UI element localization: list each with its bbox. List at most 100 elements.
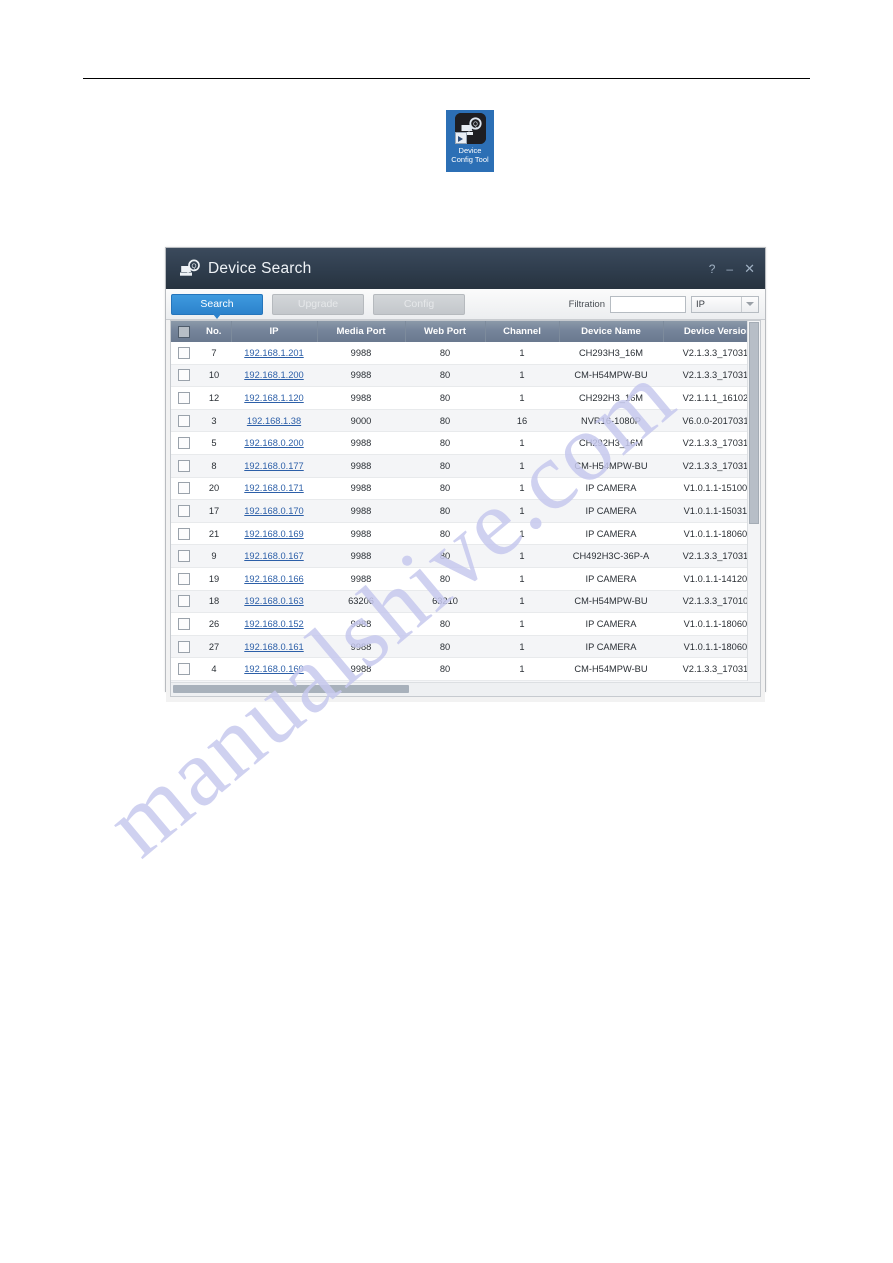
help-button[interactable]: ? (709, 263, 716, 275)
ip-link[interactable]: 192.168.1.38 (247, 416, 301, 426)
row-checkbox[interactable] (178, 572, 190, 585)
row-checkbox-cell[interactable] (171, 657, 197, 681)
table-row[interactable]: 8 192.168.0.177 9988 80 1 CM-H54MPW-BU V2.1.3.… (171, 454, 760, 478)
row-checkbox-cell[interactable] (171, 522, 197, 546)
vertical-scrollbar[interactable] (747, 321, 760, 681)
cell-ip[interactable]: 192.168.0.177 (231, 454, 317, 478)
row-checkbox[interactable] (178, 595, 190, 608)
ip-link[interactable]: 192.168.0.163 (244, 596, 303, 606)
table-row[interactable]: 9 192.168.0.167 9988 80 1 CH492H3C-36P-A V2.1.… (171, 544, 760, 568)
row-checkbox-cell[interactable] (171, 544, 197, 568)
row-checkbox[interactable] (178, 482, 190, 495)
ip-link[interactable]: 192.168.0.152 (244, 619, 303, 629)
row-checkbox-cell[interactable] (171, 477, 197, 501)
horizontal-scrollbar-thumb[interactable] (173, 685, 409, 693)
cell-ip[interactable]: 192.168.0.160 (231, 657, 317, 681)
tab-config[interactable]: Config (373, 293, 465, 315)
ip-link[interactable]: 192.168.1.201 (244, 348, 303, 358)
row-checkbox-cell[interactable] (171, 590, 197, 614)
table-row[interactable]: 4 192.168.0.160 9988 80 1 CM-H54MPW-BU V2.1.3.… (171, 657, 760, 681)
table-row[interactable]: 5 192.168.0.200 9988 80 1 CH292H3_16M V2.1.3.3… (171, 431, 760, 455)
row-checkbox[interactable] (178, 391, 190, 404)
row-checkbox[interactable] (178, 504, 190, 517)
cell-ip[interactable]: 192.168.1.38 (231, 409, 317, 433)
tab-search[interactable]: Search (171, 293, 263, 319)
row-checkbox[interactable] (178, 414, 190, 427)
row-checkbox[interactable] (178, 527, 190, 540)
horizontal-scrollbar[interactable] (171, 682, 760, 696)
cell-ip[interactable]: 192.168.0.167 (231, 544, 317, 568)
table-row[interactable]: 12 192.168.1.120 9988 80 1 CH292H3_16M V2.1.1.… (171, 386, 760, 410)
table-row[interactable]: 18 192.168.0.163 63206 63210 1 CM-H54MPW-BU V2… (171, 590, 760, 614)
cell-ip[interactable]: 192.168.0.161 (231, 635, 317, 659)
table-row[interactable]: 20 192.168.0.171 9988 80 1 IP CAMERA V1.0.1.1-… (171, 477, 760, 501)
filtration-type-value: IP (696, 298, 705, 310)
row-checkbox[interactable] (178, 369, 190, 382)
row-checkbox[interactable] (178, 663, 190, 676)
cell-web-port: 80 (405, 409, 485, 433)
cell-ip[interactable]: 192.168.0.169 (231, 522, 317, 546)
ip-link[interactable]: 192.168.0.200 (244, 438, 303, 448)
row-checkbox-cell[interactable] (171, 454, 197, 478)
select-all-header[interactable] (171, 321, 197, 342)
cell-ip[interactable]: 192.168.0.163 (231, 590, 317, 614)
row-checkbox[interactable] (178, 346, 190, 359)
ip-link[interactable]: 192.168.0.161 (244, 642, 303, 652)
header-no[interactable]: No. (197, 321, 232, 342)
table-row[interactable]: 7 192.168.1.201 9988 80 1 CH293H3_16M V2.1.3.3… (171, 342, 760, 365)
row-checkbox[interactable] (178, 617, 190, 630)
tab-upgrade[interactable]: Upgrade (272, 293, 364, 315)
row-checkbox[interactable] (178, 550, 190, 563)
ip-link[interactable]: 192.168.0.170 (244, 506, 303, 516)
cell-ip[interactable]: 192.168.1.200 (231, 364, 317, 388)
header-channel[interactable]: Channel (485, 321, 560, 342)
select-all-checkbox[interactable] (178, 325, 190, 338)
header-ip[interactable]: IP (231, 321, 318, 342)
row-checkbox-cell[interactable] (171, 567, 197, 591)
row-checkbox-cell[interactable] (171, 635, 197, 659)
row-checkbox-cell[interactable] (171, 409, 197, 433)
row-checkbox-cell[interactable] (171, 342, 197, 365)
header-device-name[interactable]: Device Name (559, 321, 664, 342)
close-button[interactable]: ✕ (744, 262, 755, 275)
row-checkbox-cell[interactable] (171, 612, 197, 636)
cell-ip[interactable]: 192.168.0.152 (231, 612, 317, 636)
cell-ip[interactable]: 192.168.0.171 (231, 477, 317, 501)
cell-ip[interactable]: 192.168.1.201 (231, 342, 317, 365)
ip-link[interactable]: 192.168.1.200 (244, 370, 303, 380)
filtration-input[interactable] (610, 295, 686, 313)
vertical-scrollbar-thumb[interactable] (749, 322, 759, 524)
cell-ip[interactable]: 192.168.1.120 (231, 386, 317, 410)
filtration-type-select[interactable]: IP (691, 295, 759, 313)
ip-link[interactable]: 192.168.1.120 (244, 393, 303, 403)
ip-link[interactable]: 192.168.0.160 (244, 664, 303, 674)
minimize-button[interactable]: – (726, 263, 733, 275)
cell-channel: 1 (485, 431, 559, 455)
cell-channel: 1 (485, 477, 559, 501)
row-checkbox-cell[interactable] (171, 364, 197, 388)
row-checkbox[interactable] (178, 437, 190, 450)
desktop-icon-device-config-tool[interactable]: Q Device Config Tool (446, 110, 494, 172)
table-row[interactable]: 21 192.168.0.169 9988 80 1 IP CAMERA V1.0.1.1-… (171, 522, 760, 546)
table-row[interactable]: 17 192.168.0.170 9988 80 1 IP CAMERA V1.0.1.1-… (171, 499, 760, 523)
ip-link[interactable]: 192.168.0.171 (244, 483, 303, 493)
ip-link[interactable]: 192.168.0.169 (244, 529, 303, 539)
row-checkbox-cell[interactable] (171, 431, 197, 455)
table-row[interactable]: 26 192.168.0.152 9988 80 1 IP CAMERA V1.0.1.1-… (171, 612, 760, 636)
row-checkbox-cell[interactable] (171, 499, 197, 523)
header-media-port[interactable]: Media Port (317, 321, 406, 342)
cell-ip[interactable]: 192.168.0.170 (231, 499, 317, 523)
table-row[interactable]: 3 192.168.1.38 9000 80 16 NVR16-1080P V6.0.0-2… (171, 409, 760, 433)
header-web-port[interactable]: Web Port (405, 321, 486, 342)
ip-link[interactable]: 192.168.0.177 (244, 461, 303, 471)
row-checkbox[interactable] (178, 640, 190, 653)
row-checkbox-cell[interactable] (171, 386, 197, 410)
cell-ip[interactable]: 192.168.0.166 (231, 567, 317, 591)
table-row[interactable]: 19 192.168.0.166 9988 80 1 IP CAMERA V1.0.1.1-… (171, 567, 760, 591)
ip-link[interactable]: 192.168.0.166 (244, 574, 303, 584)
table-row[interactable]: 10 192.168.1.200 9988 80 1 CM-H54MPW-BU V2.1.3… (171, 364, 760, 388)
table-row[interactable]: 27 192.168.0.161 9988 80 1 IP CAMERA V1.0.1.1-… (171, 635, 760, 659)
row-checkbox[interactable] (178, 459, 190, 472)
cell-ip[interactable]: 192.168.0.200 (231, 431, 317, 455)
ip-link[interactable]: 192.168.0.167 (244, 551, 303, 561)
